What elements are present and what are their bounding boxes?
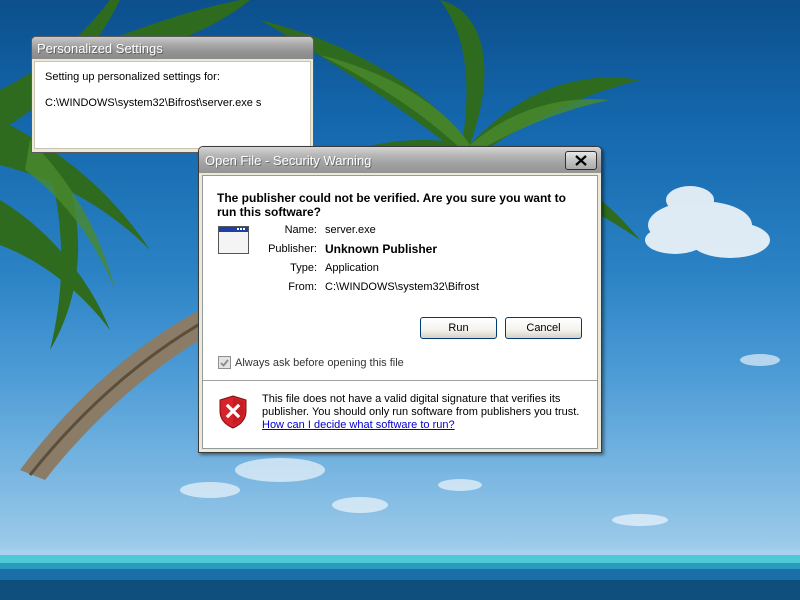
publisher-value: Unknown Publisher (325, 242, 438, 256)
file-path-text: C:\WINDOWS\system32\Bifrost\server.exe s (45, 97, 262, 109)
name-value: server.exe (325, 224, 376, 236)
shield-warning-icon (219, 395, 247, 429)
verification-question: The publisher could not be verified. Are… (217, 191, 566, 219)
from-label: From: (288, 281, 317, 293)
publisher-label: Publisher: (268, 243, 317, 255)
cancel-button-label: Cancel (526, 322, 561, 334)
security-warning-titlebar[interactable]: Open File - Security Warning (199, 147, 601, 173)
always-ask-option: Always ask before opening this file (218, 356, 404, 369)
status-text: Setting up personalized settings for: (45, 71, 220, 83)
cancel-button[interactable]: Cancel (505, 317, 582, 339)
dialog-client-area: The publisher could not be verified. Are… (202, 175, 598, 449)
signature-warning-text: This file does not have a valid digital … (262, 393, 580, 418)
close-icon (575, 154, 587, 166)
checkmark-icon (220, 358, 229, 367)
close-button[interactable] (565, 150, 597, 170)
run-button-label: Run (448, 322, 469, 334)
dialog-title: Open File - Security Warning (205, 152, 372, 168)
type-value: Application (325, 262, 379, 274)
type-label: Type: (290, 262, 317, 274)
always-ask-label: Always ask before opening this file (235, 356, 404, 369)
file-details: Name: server.exe Publisher: Unknown Publ… (243, 224, 479, 294)
personalized-settings-window: Personalized Settings Setting up persona… (31, 36, 314, 153)
always-ask-checkbox[interactable] (218, 356, 231, 369)
divider (203, 380, 597, 382)
personalized-settings-body: Setting up personalized settings for: C:… (34, 61, 311, 149)
window-title: Personalized Settings (37, 40, 163, 56)
personalized-settings-titlebar[interactable]: Personalized Settings (32, 37, 313, 59)
signature-warning: This file does not have a valid digital … (262, 393, 582, 432)
security-warning-dialog: Open File - Security Warning The publish… (198, 146, 602, 453)
run-button[interactable]: Run (420, 317, 497, 339)
name-label: Name: (284, 224, 317, 236)
help-link[interactable]: How can I decide what software to run? (262, 419, 455, 431)
from-value: C:\WINDOWS\system32\Bifrost (325, 281, 480, 293)
